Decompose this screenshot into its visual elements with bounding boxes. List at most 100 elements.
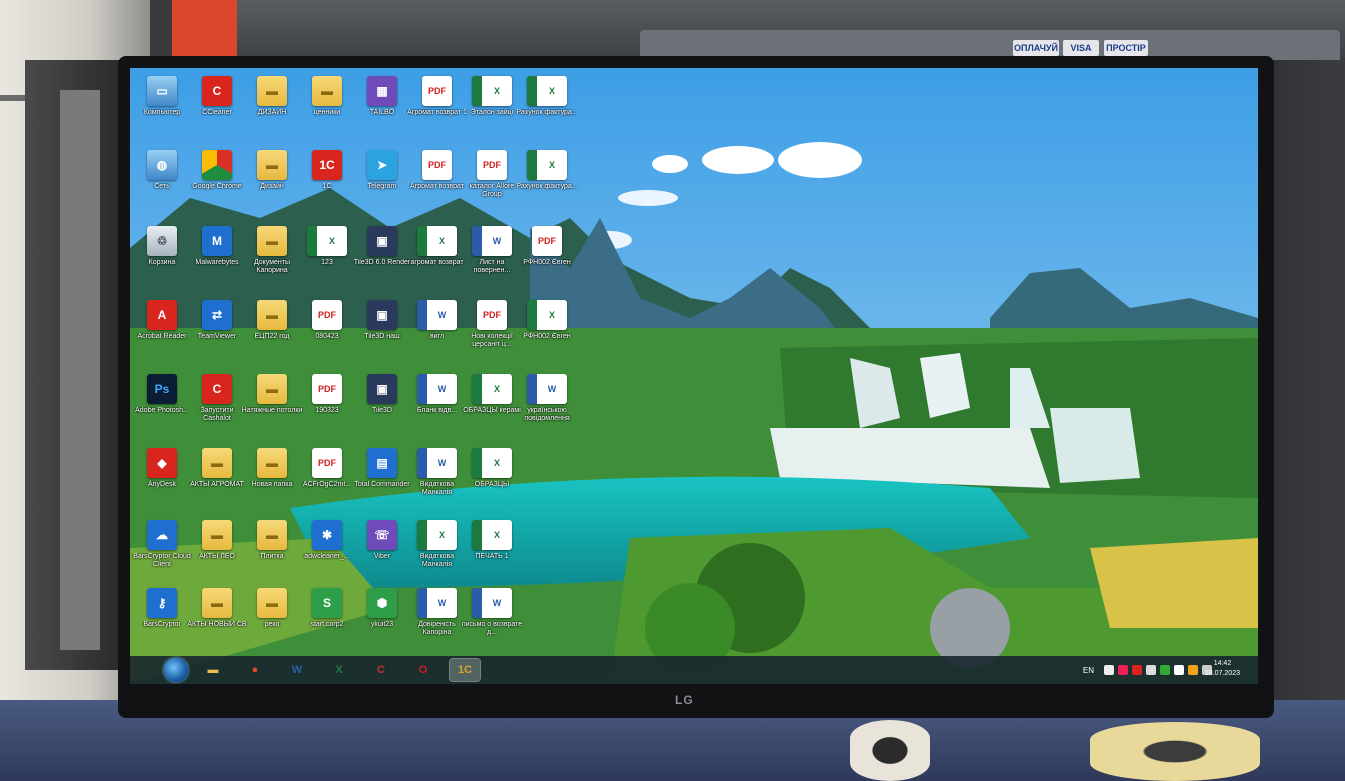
tray-icon[interactable] xyxy=(1160,665,1170,675)
desktop-icon[interactable]: ▬ АКТЫ АГРОМАТ xyxy=(187,448,247,489)
desktop-icon[interactable]: ☁ BarsCryptor Cloud Client xyxy=(132,520,192,569)
desktop-icon[interactable]: ▬ АКТЫ НОВЫЙ СВ xyxy=(187,588,247,629)
desktop-icon[interactable]: PDF Агромат возврат xyxy=(407,150,467,191)
word-icon: W xyxy=(417,374,457,404)
folder-icon: ▬ xyxy=(257,150,287,180)
opera-icon[interactable]: O xyxy=(408,659,438,681)
desktop-icon[interactable]: W Видаткова Манкалія xyxy=(407,448,467,497)
tray-icon[interactable] xyxy=(1104,665,1114,675)
desktop-icon[interactable]: ⇄ TeamViewer xyxy=(187,300,247,341)
excel-icon[interactable]: X xyxy=(324,659,354,681)
explorer-icon[interactable]: ▬ xyxy=(198,659,228,681)
desktop-icon[interactable]: PDF Агромат возврат 1 xyxy=(407,76,467,117)
desktop-icon[interactable]: ◆ AnyDesk xyxy=(132,448,192,489)
desktop-icon[interactable]: ▬ ЕЦП22 год xyxy=(242,300,302,341)
desktop-icon[interactable]: W Бланк відв... xyxy=(407,374,467,415)
desktop-icon[interactable]: X 123 xyxy=(297,226,357,267)
desktop-icon-label: Натяжные потолки xyxy=(241,407,303,414)
desktop-icon[interactable]: Wвигл xyxy=(407,300,467,341)
desktop-icon[interactable]: ◍ Сеть xyxy=(132,150,192,191)
desktop-icon[interactable]: ▬ реко xyxy=(242,588,302,629)
onec-icon[interactable]: 1С xyxy=(449,658,481,682)
desktop-icon-label: ДИЗАЙН xyxy=(257,109,287,116)
desktop-icon[interactable]: ▬ Плитка xyxy=(242,520,302,561)
desktop-screen[interactable]: ▭ Компьютер C CCleaner ▬ ДИЗАЙН ▬ ценники ▦ TAILB… xyxy=(130,68,1258,684)
pdf-icon: PDF xyxy=(422,76,452,106)
tray-icon[interactable] xyxy=(1188,665,1198,675)
excel-icon: X xyxy=(472,374,512,404)
desktop-icon[interactable]: ▬ ценники xyxy=(297,76,357,117)
desktop-icon[interactable]: PDF Нові колекції церсаніт ц... xyxy=(462,300,522,349)
desktop-icon[interactable]: ☏ Viber xyxy=(352,520,412,561)
cashalot-icon[interactable]: C xyxy=(366,659,396,681)
desktop-icon[interactable]: Sstart.corp2 xyxy=(297,588,357,629)
desktop-icon[interactable]: C CCleaner xyxy=(187,76,247,117)
desktop-icon[interactable]: Wукраїнською повідомлення xyxy=(517,374,577,423)
desktop-icon[interactable]: ➤ Telegram xyxy=(352,150,412,191)
desktop-icon[interactable]: ▬ ДИЗАЙН xyxy=(242,76,302,117)
clock-date: 18.07.2023 xyxy=(1204,670,1240,677)
desktop-icon[interactable]: ♲ Корзина xyxy=(132,226,192,267)
excel-icon: X xyxy=(527,150,567,180)
desktop-icon[interactable]: ⬢ ykuit23 xyxy=(352,588,412,629)
desktop-icon[interactable]: Xагромат возврат xyxy=(407,226,467,267)
desktop-icon[interactable]: ▬ АКТЫ ЛЕО xyxy=(187,520,247,561)
desktop-icon-label: Google Chrome xyxy=(192,183,242,190)
folder-icon: ▬ xyxy=(312,76,342,106)
desktop-icon[interactable]: W Довіреність Капоріна xyxy=(407,588,467,637)
desktop-icon[interactable]: ▭ Компьютер xyxy=(132,76,192,117)
desktop-icon[interactable]: X Видаткова Манкалія xyxy=(407,520,467,569)
start-button[interactable] xyxy=(164,658,188,682)
telegram-icon: ➤ xyxy=(367,150,397,180)
desktop-icon[interactable]: PDF 190323 xyxy=(297,374,357,415)
tray-icon[interactable] xyxy=(1118,665,1128,675)
chrome-icon[interactable]: ● xyxy=(240,659,270,681)
volume-icon[interactable] xyxy=(1146,665,1156,675)
desktop-icon[interactable]: Google Chrome xyxy=(187,150,247,191)
desktop-icon[interactable]: ▦ TAILBO xyxy=(352,76,412,117)
desktop-icon-label: Дизайн xyxy=(260,183,284,190)
desktop-icon[interactable]: X Рахунок фактура... xyxy=(516,150,578,191)
network-icon: ◍ xyxy=(147,150,177,180)
desktop-icon-label: Довіреність Капоріна xyxy=(418,621,456,636)
excel-icon: X xyxy=(527,300,567,330)
desktop-icon[interactable]: C Запустити Cashalot xyxy=(187,374,247,423)
desktop-icon[interactable]: Ps Adobe Photosh... xyxy=(132,374,192,415)
desktop-icon[interactable]: Wписьмо о возврате д... xyxy=(462,588,522,637)
desktop-icon[interactable]: PDF ACFrOgC2mt... xyxy=(297,448,357,489)
desktop-icon[interactable]: 1С 1С xyxy=(297,150,357,191)
desktop-icon[interactable]: X Эталон зайці xyxy=(462,76,522,117)
language-indicator[interactable]: EN xyxy=(1083,666,1094,675)
desktop-icon[interactable]: X ОБРАЗЦЫ xyxy=(462,448,522,489)
desktop-icon[interactable]: ▬ Документы Капорина xyxy=(242,226,302,275)
desktop-icon[interactable]: ▣ Tile3D 6.0 Render xyxy=(352,226,412,267)
tray-icon[interactable] xyxy=(1132,665,1142,675)
desktop-icon[interactable]: A Acrobat Reader xyxy=(132,300,192,341)
clock[interactable]: 14:42 18.07.2023 xyxy=(1205,659,1240,679)
desktop-icon[interactable]: ⚷ BarsCryptor xyxy=(132,588,192,629)
desktop-icon[interactable]: ▬ Новая папка xyxy=(242,448,302,489)
desktop-icon-label: Сеть xyxy=(154,183,170,190)
red-object xyxy=(172,0,237,58)
desktop-icon-label: Документы Капорина xyxy=(253,259,291,274)
desktop-icon[interactable]: X Рахунок фактура... xyxy=(516,76,578,117)
desktop-icon[interactable]: PDF РФН002 Євген xyxy=(517,226,577,267)
visa-badge: VISA xyxy=(1063,40,1099,56)
desktop-icon-label: РФН002 Євген xyxy=(523,259,571,266)
word-icon[interactable]: W xyxy=(282,659,312,681)
desktop-icon[interactable]: ▬ Натяжные потолки xyxy=(242,374,302,415)
desktop-icon[interactable]: X РФН002 Євген xyxy=(517,300,577,341)
desktop-icon[interactable]: ▣ Tile3D наш xyxy=(352,300,412,341)
desktop-icon[interactable]: ▬ Дизайн xyxy=(242,150,302,191)
desktop-icon[interactable]: X ОБРАЗЦЫ керамі xyxy=(462,374,522,415)
desktop-icon[interactable]: ▣ Tile3D xyxy=(352,374,412,415)
desktop-icon[interactable]: PDF 080423 xyxy=(297,300,357,341)
desktop-icon[interactable]: PDF каталог Allore Group xyxy=(462,150,522,199)
desktop-icon[interactable]: W Лист на повернен... xyxy=(462,226,522,275)
desktop-icon-label: Запустити Cashalot xyxy=(200,407,234,422)
desktop-icon[interactable]: ✱ adwcleaner_... xyxy=(297,520,357,561)
desktop-icon[interactable]: M Malwarebytes xyxy=(187,226,247,267)
desktop-icon[interactable]: ▤ Total Commander xyxy=(352,448,412,489)
flag-icon[interactable] xyxy=(1174,665,1184,675)
desktop-icon[interactable]: X ПЕЧАТЬ 1 xyxy=(462,520,522,561)
